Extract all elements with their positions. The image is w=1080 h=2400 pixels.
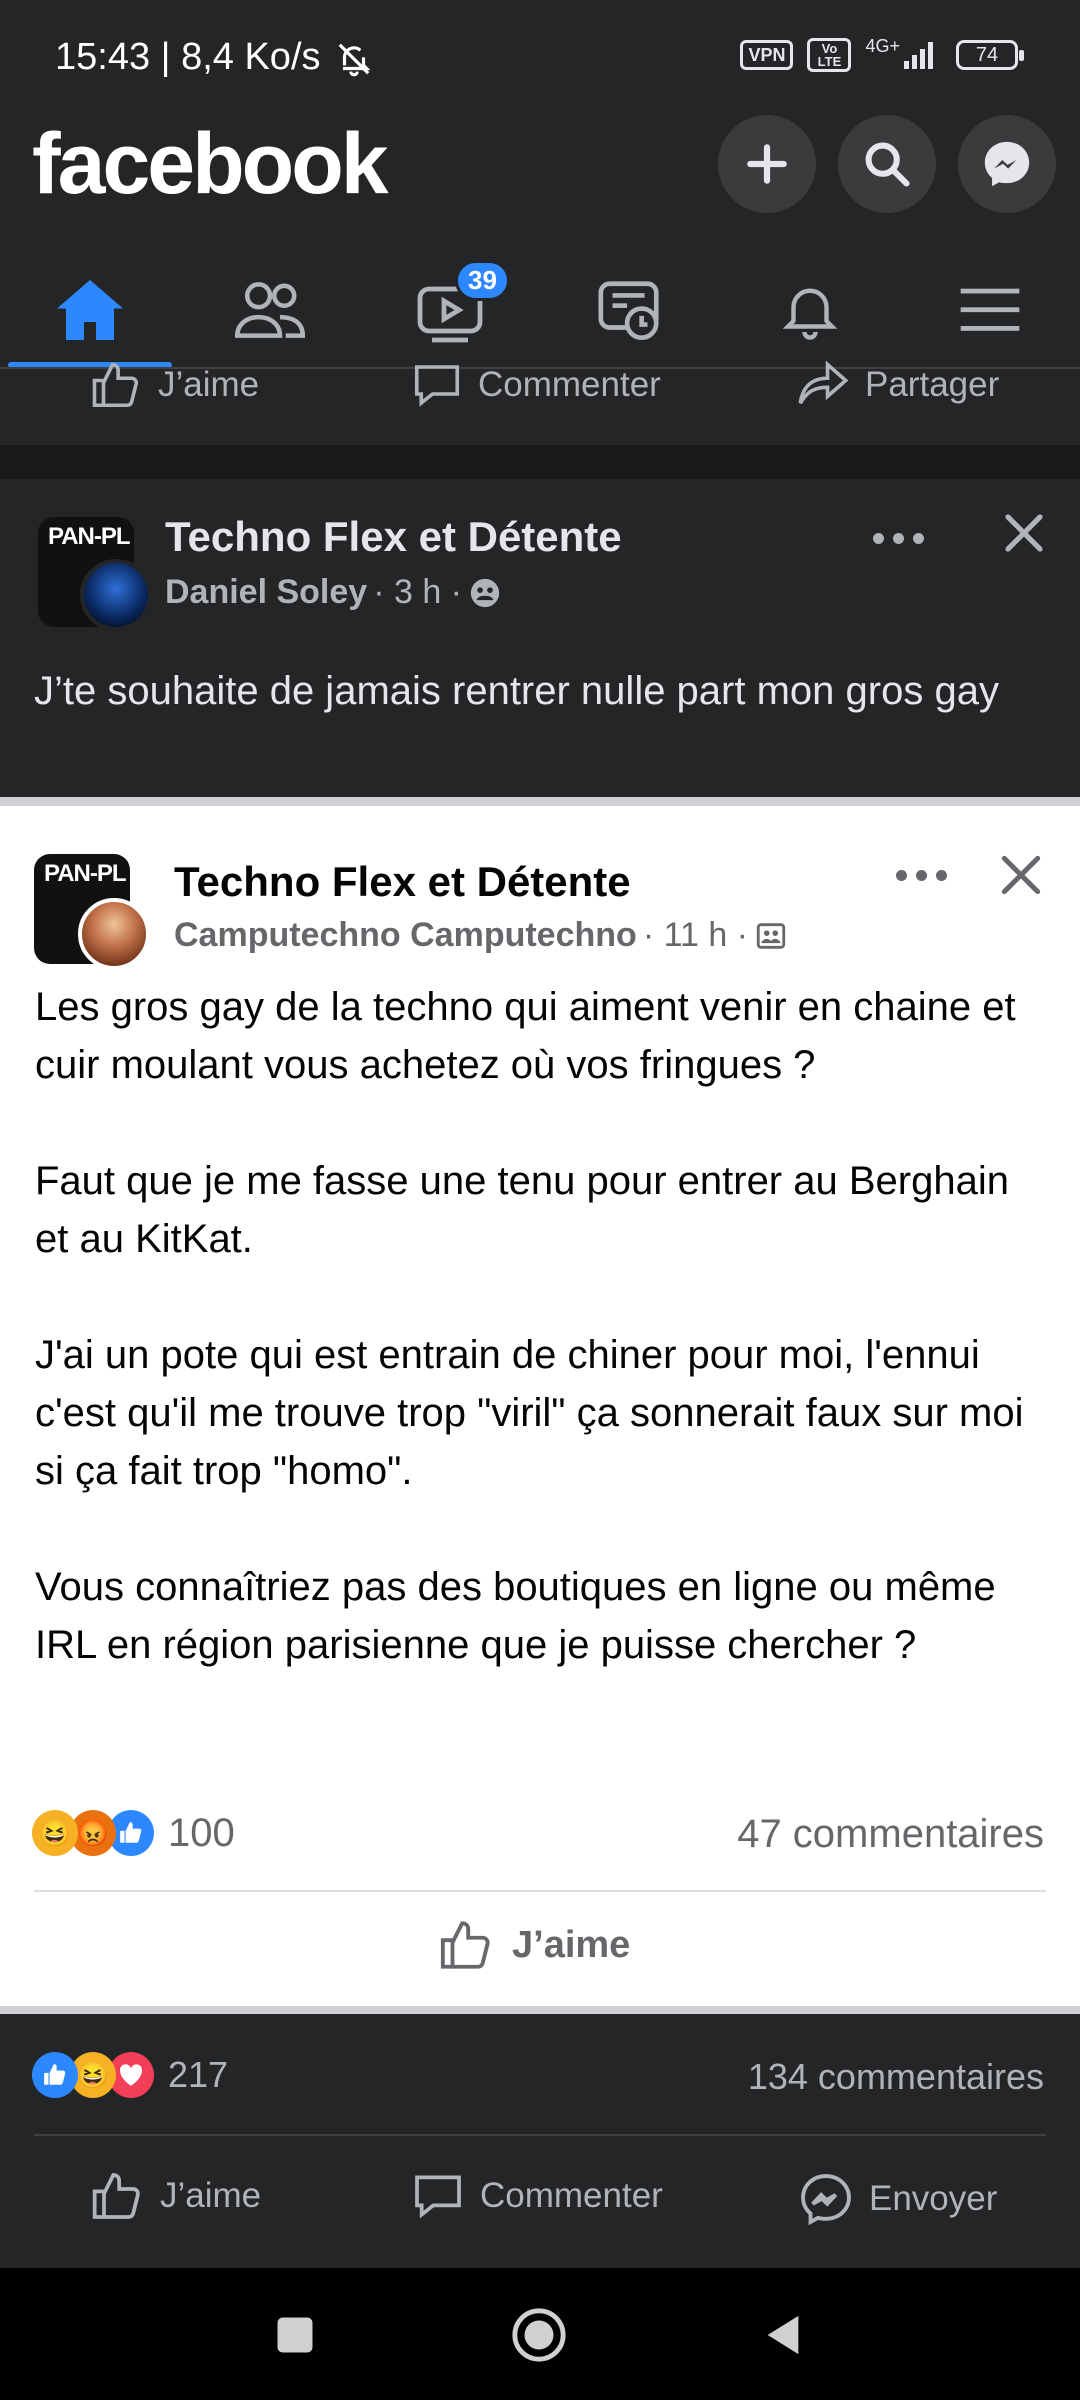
- network-type: 4G+: [865, 35, 900, 56]
- shared-reactions[interactable]: 😆 😡 100: [32, 1810, 235, 1856]
- volte-indicator: Vo LTE: [807, 38, 852, 72]
- post-hide-button[interactable]: [1000, 509, 1048, 557]
- bell-icon: [782, 288, 838, 340]
- shared-reaction-count: 100: [168, 1810, 235, 1855]
- post-daniel: PAN-PL Techno Flex et Détente Daniel Sol…: [0, 479, 1080, 799]
- main-nav: 39: [0, 252, 1080, 368]
- thumbs-up-icon: [92, 362, 139, 408]
- shared-group-name[interactable]: Techno Flex et Détente: [174, 858, 631, 906]
- tab-menu[interactable]: [900, 252, 1080, 368]
- post-group-name[interactable]: Techno Flex et Détente: [165, 513, 622, 561]
- top-like-label: J’aime: [158, 365, 260, 404]
- shared-card-border: [0, 797, 1080, 806]
- group-privacy-icon: [470, 578, 500, 607]
- messenger-icon: [984, 141, 1030, 187]
- battery-indicator: 74: [956, 40, 1024, 70]
- create-button[interactable]: [718, 115, 816, 213]
- like-label: J’aime: [160, 2176, 262, 2215]
- back-button[interactable]: [760, 2310, 806, 2360]
- home-system-button[interactable]: [510, 2306, 568, 2364]
- send-button[interactable]: Envoyer: [797, 2170, 997, 2228]
- group-avatar-text: PAN-PL: [48, 523, 131, 550]
- post-author-name[interactable]: Daniel Soley: [165, 573, 367, 612]
- post-reaction-count: 217: [168, 2054, 229, 2095]
- shared-post-meta: Camputechno Camputechno · 11 h ·: [174, 916, 788, 955]
- send-label: Envoyer: [869, 2179, 998, 2218]
- close-icon: [1001, 855, 1041, 895]
- like-button[interactable]: J’aime: [90, 2170, 261, 2222]
- top-share-button[interactable]: Partager: [795, 360, 999, 410]
- shared-options-button[interactable]: [896, 870, 947, 881]
- tab-home[interactable]: [0, 252, 180, 368]
- status-time-text: 15:43 | 8,4 Ko/s: [55, 36, 321, 78]
- shared-divider: [34, 1890, 1046, 1892]
- facebook-logo[interactable]: facebook: [32, 115, 389, 214]
- messenger-button[interactable]: [958, 115, 1056, 213]
- shared-group-avatar-text: PAN-PL: [44, 860, 127, 887]
- post-comment-count[interactable]: 134 commentaires: [748, 2056, 1044, 2098]
- thumbs-up-icon: [92, 2173, 140, 2219]
- comment-icon: [414, 365, 460, 407]
- shared-post-card[interactable]: PAN-PL Techno Flex et Détente Camputechn…: [0, 806, 1080, 2006]
- feed-separator: [0, 445, 1080, 479]
- top-share-label: Partager: [865, 365, 1000, 404]
- group-members-icon: [756, 922, 786, 949]
- top-comment-label: Commenter: [478, 365, 661, 404]
- post-divider: [34, 2134, 1046, 2136]
- top-like-button[interactable]: J’aime: [90, 360, 259, 410]
- share-icon: [798, 360, 849, 405]
- post-meta: Daniel Soley · 3 h ·: [165, 573, 502, 612]
- post-time: · 3 h ·: [373, 573, 463, 611]
- circle-home-icon: [512, 2308, 566, 2362]
- recents-button[interactable]: [274, 2314, 316, 2356]
- home-icon: [57, 280, 123, 340]
- shared-author-avatar[interactable]: [78, 898, 150, 970]
- top-comment-button[interactable]: Commenter: [410, 360, 661, 410]
- system-nav-bar: [0, 2268, 1080, 2400]
- friends-icon: [234, 282, 306, 338]
- videos-badge: 39: [455, 260, 510, 301]
- post-text: J’te souhaite de jamais rentrer nulle pa…: [34, 669, 999, 713]
- comment-icon: [415, 2175, 461, 2219]
- close-icon: [1005, 514, 1043, 552]
- thumbs-up-icon: [440, 1921, 490, 1969]
- vpn-indicator: VPN: [740, 40, 794, 70]
- haha-reaction-icon: 😆: [32, 1810, 78, 1856]
- hamburger-menu-icon: [960, 288, 1020, 331]
- shared-post-text: Les gros gay de la techno qui aiment ven…: [35, 985, 1024, 1667]
- news-clock-icon: [598, 281, 659, 341]
- tab-marketplace[interactable]: [540, 252, 720, 368]
- back-triangle-icon: [767, 2315, 799, 2355]
- tab-videos[interactable]: 39: [360, 252, 540, 368]
- plus-icon: [747, 144, 787, 184]
- tab-notifications[interactable]: [720, 252, 900, 368]
- post-reactions[interactable]: 😆 217: [32, 2052, 228, 2098]
- search-icon: [865, 142, 910, 187]
- shared-comment-count[interactable]: 47 commentaires: [737, 1812, 1044, 1857]
- square-icon: [277, 2317, 313, 2353]
- shared-like-button[interactable]: J’aime: [438, 1918, 630, 1972]
- status-time: 15:43 | 8,4 Ko/s: [55, 36, 373, 79]
- mute-bell-icon: [335, 40, 373, 78]
- tab-friends[interactable]: [180, 252, 360, 368]
- shared-author-name[interactable]: Camputechno Camputechno: [174, 916, 637, 955]
- post-options-button[interactable]: [873, 533, 924, 544]
- search-button[interactable]: [838, 115, 936, 213]
- shared-like-label: J’aime: [512, 1923, 631, 1966]
- shared-card-bottom-border: [0, 2006, 1080, 2014]
- author-avatar[interactable]: [80, 559, 152, 631]
- like-reaction-icon: [32, 2052, 78, 2098]
- shared-hide-button[interactable]: [996, 850, 1046, 900]
- messenger-outline-icon: [801, 2174, 851, 2226]
- comment-button[interactable]: Commenter: [410, 2170, 663, 2222]
- status-icons: VPN Vo LTE 4G+ 74: [740, 35, 1024, 72]
- shared-post-time: · 11 h ·: [642, 916, 748, 954]
- signal-icon: [902, 39, 942, 71]
- comment-label: Commenter: [480, 2176, 663, 2215]
- status-bar: 15:43 | 8,4 Ko/s VPN Vo LTE 4G+ 74: [0, 0, 1080, 118]
